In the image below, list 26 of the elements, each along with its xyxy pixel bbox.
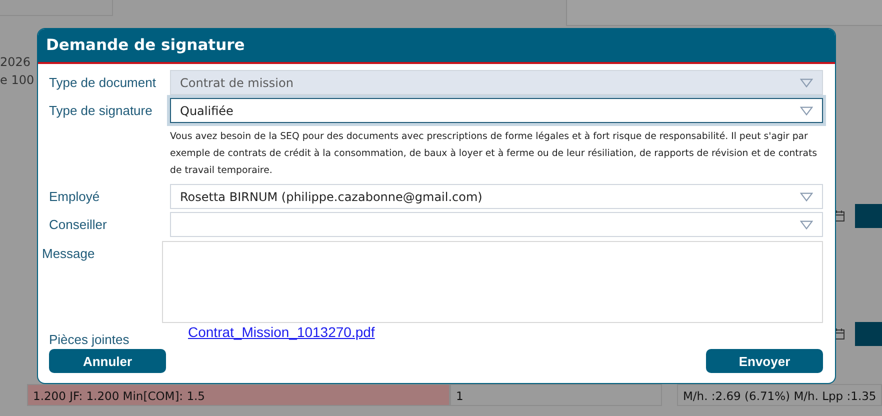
caret-icon xyxy=(800,192,813,202)
caret-icon xyxy=(800,106,813,116)
help-text: Vous avez besoin de la SEQ pour des documents avec prescriptions de forme légales et à fort risque de responsabilité. Il peut s'agir par exemple de contrats de crédit à la consommation, de baux à loyer et à ferme ou de leur résiliation, de rapports de révision et de contrats de travail temporaire. xyxy=(170,130,818,178)
field-label: Conseiller xyxy=(49,217,108,232)
background-text: e 100 xyxy=(0,72,34,89)
field-label: Employé xyxy=(49,189,101,204)
caret-icon xyxy=(800,78,813,88)
field-label: Type de signature xyxy=(49,103,154,118)
background-text: 2026 xyxy=(0,54,31,71)
dropdown-field[interactable]: Rosetta BIRNUM (philippe.cazabonne@gmail.com) xyxy=(170,184,823,209)
side-button[interactable] xyxy=(855,322,882,346)
status-cell: M/h. :2.69 (6.71%) M/h. Lpp :1.35 xyxy=(677,384,882,406)
status-cell: 1.200 JF: 1.200 Min[COM]: 1.5 xyxy=(27,384,450,406)
attachment-link[interactable]: Contrat_Mission_1013270.pdf xyxy=(188,324,375,340)
message-field[interactable] xyxy=(162,241,823,323)
dropdown-field[interactable]: Qualifiée xyxy=(170,98,823,123)
status-cell: 1 xyxy=(450,384,662,406)
field-label: Message xyxy=(42,245,96,261)
dialog-title: Demande de signature xyxy=(38,29,835,64)
field-label: Pièces jointes xyxy=(49,332,130,347)
dialog-button[interactable]: Envoyer xyxy=(706,349,823,373)
dropdown-field[interactable] xyxy=(170,212,823,237)
dialog-button[interactable]: Annuler xyxy=(49,349,166,373)
field-label: Type de document xyxy=(49,75,157,90)
side-button[interactable] xyxy=(855,204,882,228)
caret-icon xyxy=(800,220,813,230)
